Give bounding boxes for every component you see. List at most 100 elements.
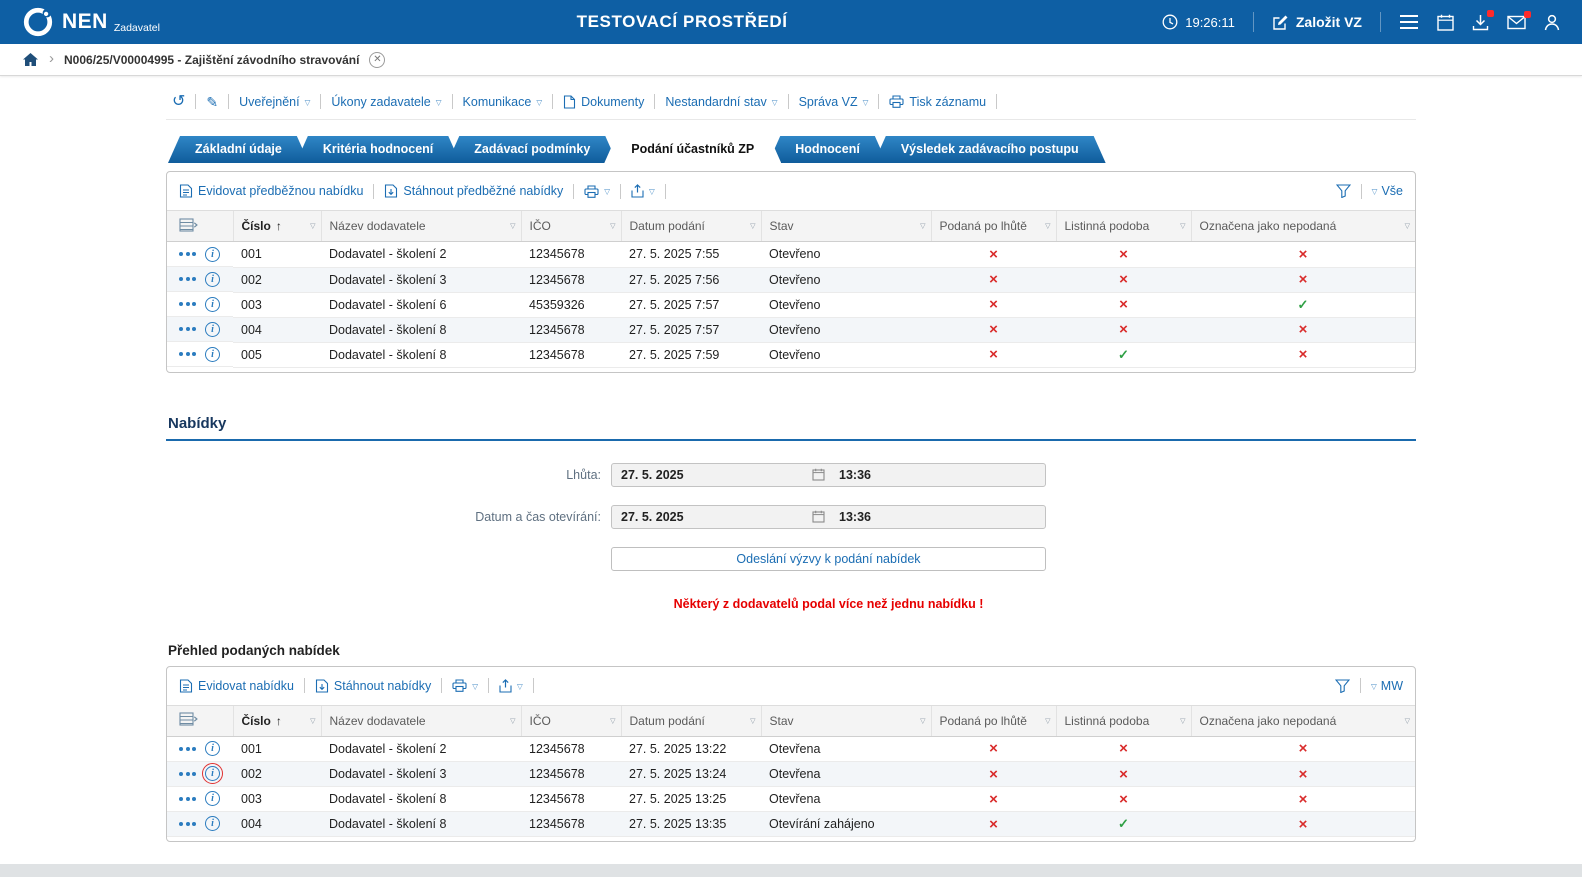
column-header-datum-podani[interactable]: Datum podání ▽ [620,210,761,242]
column-header-ico[interactable]: IČO ▽ [520,704,621,737]
filter-dropdown-icon[interactable]: ▽ [1405,222,1410,230]
filter-dropdown-icon[interactable]: ▽ [610,717,615,725]
filter-dropdown-icon[interactable]: ▽ [920,222,925,230]
export-button[interactable] [499,678,523,693]
filter-dropdown-icon[interactable]: ▽ [310,717,315,725]
row-menu-icon[interactable] [179,252,196,256]
opening-datetime-field[interactable]: 27. 5. 2025 13:36 [611,504,1046,529]
column-header-nazev-dodavatele[interactable]: Název dodavatele ▽ [320,210,521,242]
info-icon[interactable]: i [205,816,220,831]
info-icon[interactable]: i [205,321,220,337]
menu-uverejneni[interactable]: Uveřejnění [239,95,310,109]
column-header-stav[interactable]: Stav ▽ [760,704,931,737]
download-preliminary-offers-button[interactable]: Stáhnout předběžné nabídky [384,184,563,198]
column-header-podana-po-lhute[interactable]: Podaná po lhůtě ▽ [930,704,1056,737]
column-header-oznacena-jako-nepodana[interactable]: Označena jako nepodaná ▽ [1190,704,1415,737]
download-offers-button[interactable]: Stáhnout nabídky [315,679,431,693]
filter-dropdown-icon[interactable]: ▽ [1405,717,1410,725]
column-header-stav[interactable]: Stav ▽ [760,210,931,242]
send-call-for-offers-button[interactable]: Odeslání výzvy k podání nabídek [611,546,1046,571]
tab-podani-ucastniku-zp[interactable]: Podání účastníků ZP [604,136,781,163]
menu-sprava-vz[interactable]: Správa VZ [799,95,869,109]
filter-dropdown-icon[interactable]: ▽ [920,717,925,725]
opening-date-value[interactable]: 27. 5. 2025 [612,510,812,524]
filter-dropdown-icon[interactable]: ▽ [1045,222,1050,230]
column-header-listinna-podoba[interactable]: Listinná podoba ▽ [1055,704,1191,737]
deadline-date-value[interactable]: 27. 5. 2025 [612,468,812,482]
calendar-picker-icon[interactable] [812,510,825,523]
menu-nestandardni-stav[interactable]: Nestandardní stav [665,95,777,109]
row-menu-icon[interactable] [179,821,196,826]
create-vz-button[interactable]: Založit VZ [1272,14,1362,31]
history-back-icon[interactable]: ↺ [172,93,185,110]
filter-funnel-icon[interactable] [1335,678,1350,693]
calendar-picker-icon[interactable] [812,468,825,481]
filter-dropdown-icon[interactable]: ▽ [510,717,515,725]
close-record-icon[interactable]: ✕ [369,51,386,68]
register-offer-button[interactable]: Evidovat nabídku [179,679,294,693]
row-menu-icon[interactable] [179,277,196,281]
opening-time-value[interactable]: 13:36 [825,510,1045,524]
info-icon[interactable]: i [205,271,220,287]
nen-logo[interactable]: NEN Zadavatel [22,6,202,38]
menu-tisk-zaznamu[interactable]: Tisk záznamu [889,95,986,109]
column-header-cislo[interactable]: Číslo ↑ ▽ [232,704,321,737]
breadcrumb-record[interactable]: N006/25/V00004995 - Zajištění závodního … [64,53,359,67]
row-menu-icon[interactable] [179,771,196,776]
filter-dropdown-icon[interactable]: ▽ [1180,717,1185,725]
info-icon[interactable]: i [205,246,220,262]
info-icon[interactable]: i [202,763,223,784]
column-header-ico[interactable]: IČO ▽ [520,210,621,242]
row-menu-icon[interactable] [179,327,196,331]
deadline-datetime-field[interactable]: 27. 5. 2025 13:36 [611,462,1046,487]
filter-dropdown-icon[interactable]: ▽ [750,717,755,725]
filter-preset-selector[interactable]: Vše [1381,184,1403,198]
column-settings-icon[interactable] [179,217,198,232]
menu-ukony-zadavatele[interactable]: Úkony zadavatele [331,95,441,109]
export-button[interactable] [631,184,655,198]
filter-dropdown-icon[interactable]: ▽ [310,222,315,230]
column-header-datum-podani[interactable]: Datum podání ▽ [620,704,761,737]
cross-icon: × [1298,271,1308,288]
column-header-cislo[interactable]: Číslo ↑ ▽ [232,210,321,242]
column-header-listinna-podoba[interactable]: Listinná podoba ▽ [1055,210,1191,242]
info-icon[interactable]: i [205,791,220,806]
info-icon[interactable]: i [205,741,220,756]
row-menu-icon[interactable] [179,746,196,751]
tab-zadavaci-podminky[interactable]: Zadávací podmínky [447,136,617,163]
info-icon[interactable]: i [205,346,220,362]
downloads-button[interactable] [1472,9,1494,31]
column-settings-icon[interactable] [179,712,198,726]
filter-dropdown-icon[interactable]: ▽ [750,222,755,230]
cross-icon: × [1298,321,1308,338]
column-header-podana-po-lhute[interactable]: Podaná po lhůtě ▽ [930,210,1056,242]
edit-record-icon[interactable]: ✎ [206,95,218,109]
print-button[interactable] [452,679,478,693]
register-preliminary-offer-button[interactable]: Evidovat předběžnou nabídku [179,184,363,198]
filter-dropdown-icon[interactable]: ▽ [1045,717,1050,725]
deadline-time-value[interactable]: 13:36 [825,468,1045,482]
row-menu-icon[interactable] [179,352,196,356]
row-menu-icon[interactable] [179,302,196,306]
main-menu-button[interactable] [1399,14,1419,30]
tab-zakladni-udaje[interactable]: Základní údaje [168,136,309,163]
messages-button[interactable] [1507,10,1531,30]
user-profile-button[interactable] [1544,14,1560,31]
tab-vysledek-zadavaciho-postupu[interactable]: Výsledek zadávacího postupu [874,136,1106,163]
calendar-button[interactable] [1437,14,1454,31]
tab-hodnoceni[interactable]: Hodnocení [768,136,887,163]
menu-komunikace[interactable]: Komunikace [463,95,543,109]
filter-dropdown-icon[interactable]: ▽ [610,222,615,230]
filter-funnel-icon[interactable] [1335,184,1351,198]
row-menu-icon[interactable] [179,796,196,801]
column-header-oznacena-jako-nepodana[interactable]: Označena jako nepodaná ▽ [1190,210,1415,242]
tab-kriteria-hodnoceni[interactable]: Kritéria hodnocení [296,136,460,163]
print-button[interactable] [584,184,610,198]
column-header-nazev-dodavatele[interactable]: Název dodavatele ▽ [320,704,521,737]
filter-dropdown-icon[interactable]: ▽ [510,222,515,230]
home-icon[interactable] [22,52,39,67]
info-icon[interactable]: i [205,296,220,312]
filter-dropdown-icon[interactable]: ▽ [1180,222,1185,230]
menu-dokumenty[interactable]: Dokumenty [563,95,644,109]
filter-preset-selector[interactable]: MW [1381,679,1403,693]
